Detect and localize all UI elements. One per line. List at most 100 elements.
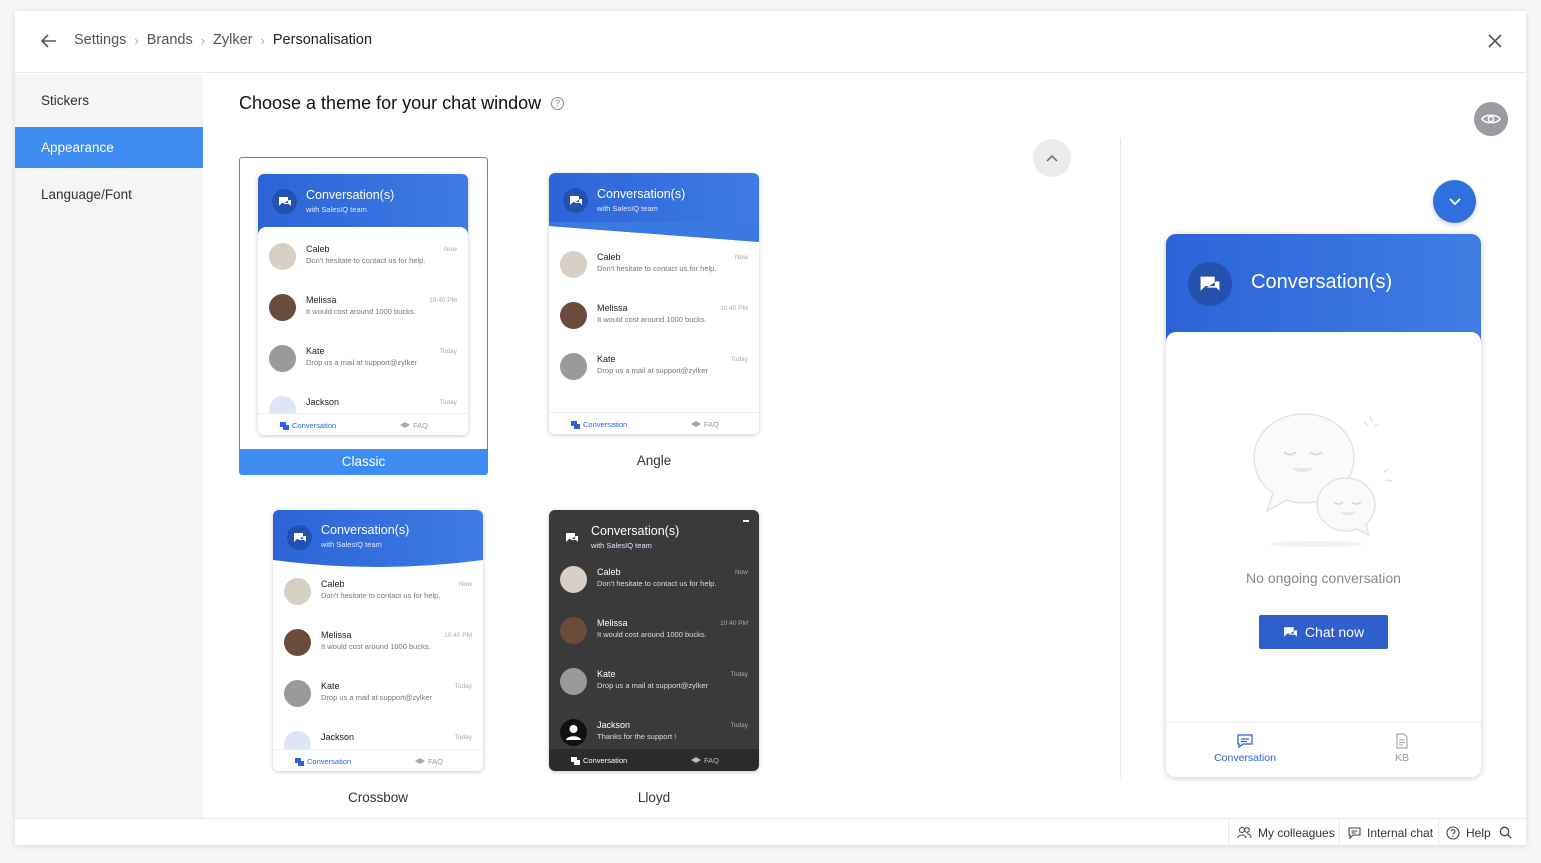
help-label: Help (1466, 825, 1491, 840)
card-subtitle: with SalesIQ team (591, 541, 652, 550)
card-footer: Conversation FAQ (549, 749, 759, 771)
tab-conversation[interactable]: Conversation (1195, 733, 1295, 764)
theme-label-lloyd[interactable]: Lloyd (549, 790, 759, 805)
faq-icon (415, 758, 425, 764)
appearance-panel: Choose a theme for your chat window ? Cl… (203, 74, 1526, 818)
card-title: Conversation(s) (597, 187, 686, 201)
preview-body: No ongoing conversation Chat now (1166, 332, 1481, 722)
message-text: Don't hesitate to contact us for help. (597, 264, 717, 273)
message-time: Today (454, 683, 472, 690)
message-time: Today (439, 399, 457, 406)
message-time: Today (730, 671, 748, 678)
message-time: Now (443, 246, 457, 253)
preview-toggle-button[interactable] (1474, 102, 1508, 136)
footer-faq-label: FAQ (428, 757, 444, 766)
theme-preview-classic[interactable]: Conversation(s) with SalesIQ team Caleb D… (258, 174, 468, 435)
scroll-up-button[interactable] (1033, 139, 1071, 177)
card-subtitle: with SalesIQ team (597, 204, 658, 213)
card-footer-conversation: Conversation (295, 757, 351, 766)
minimize-chat-button[interactable] (1433, 180, 1476, 223)
list-item: Kate Drop us a mail at support@zylker Toda… (273, 678, 483, 718)
page-title: Choose a theme for your chat window ? (239, 93, 565, 114)
list-item: Caleb Don't hesitate to contact us for he… (549, 249, 759, 289)
footer-conversation-label: Conversation (583, 756, 628, 765)
internal-chat-button[interactable]: Internal chat (1348, 819, 1433, 845)
sidebar-item-stickers[interactable]: Stickers (15, 80, 203, 121)
my-colleagues-label: My colleagues (1258, 825, 1335, 840)
help-icon[interactable]: ? (551, 97, 565, 110)
breadcrumb-brands[interactable]: Brands (147, 32, 193, 48)
chat-bubble-icon (1188, 262, 1232, 306)
card-footer-conversation: Conversation (571, 420, 627, 429)
message-text: Drop us a mail at support@zylker (306, 358, 417, 367)
list-item: Kate Drop us a mail at support@zylker Toda… (549, 666, 759, 706)
faq-icon (400, 422, 410, 428)
close-icon[interactable] (1484, 30, 1506, 52)
help-button[interactable]: Help (1446, 819, 1491, 845)
sidebar-item-language-font[interactable]: Language/Font (15, 174, 203, 215)
card-body: Caleb Don't hesitate to contact us for he… (549, 243, 759, 434)
chevron-up-icon (1046, 154, 1058, 162)
breadcrumb-settings[interactable]: Settings (74, 32, 126, 48)
card-title: Conversation(s) (306, 188, 395, 202)
card-footer-faq: FAQ (691, 756, 719, 765)
eye-icon (1481, 114, 1501, 124)
card-body: Caleb Don't hesitate to contact us for he… (258, 227, 468, 432)
message-time: 10:40 PM (444, 632, 472, 639)
settings-window: Settings › Brands › Zylker › Personalisa… (15, 11, 1526, 845)
message-name: Jackson (321, 732, 355, 742)
chat-bubble-icon (280, 421, 289, 430)
list-item: Melissa It would cost around 1000 bucks. 1… (258, 292, 468, 332)
bottom-bar: My colleagues Internal chat Help (15, 818, 1526, 845)
chat-bubble-icon (1283, 626, 1297, 637)
theme-preview-angle[interactable]: Conversation(s) with SalesIQ team Caleb D… (549, 173, 759, 434)
card-footer: Conversation FAQ (273, 749, 483, 771)
message-name: Kate (597, 354, 616, 364)
divider (1438, 819, 1439, 845)
card-title: Conversation(s) (591, 524, 680, 538)
chat-bubble-icon (559, 525, 584, 550)
card-footer-faq: FAQ (691, 420, 719, 429)
message-name: Jackson (597, 720, 631, 730)
preview-title: Conversation(s) (1251, 271, 1393, 293)
avatar (560, 302, 587, 329)
sidebar-item-appearance[interactable]: Appearance (15, 127, 203, 168)
message-time: Now (458, 581, 472, 588)
avatar (269, 345, 296, 372)
message-name: Melissa (597, 303, 628, 313)
theme-label-angle[interactable]: Angle (549, 453, 759, 468)
theme-preview-lloyd[interactable]: Conversation(s) with SalesIQ team Caleb D… (549, 510, 759, 771)
faq-icon (691, 421, 701, 427)
chat-bubble-icon (1237, 734, 1253, 749)
preview-footer-tabs: Conversation KB (1166, 722, 1481, 777)
person-icon (566, 725, 581, 740)
message-text: Drop us a mail at support@zylker (597, 681, 708, 690)
theme-label-crossbow[interactable]: Crossbow (273, 790, 483, 805)
search-button[interactable] (1499, 819, 1518, 845)
message-time: Now (734, 569, 748, 576)
tab-kb[interactable]: KB (1352, 733, 1452, 764)
card-body: Caleb Don't hesitate to contact us for he… (549, 556, 759, 761)
breadcrumb-zylker[interactable]: Zylker (213, 32, 252, 48)
message-time: Today (454, 734, 472, 741)
message-text: Don't hesitate to contact us for help. (597, 579, 717, 588)
divider (1120, 138, 1121, 778)
avatar (560, 668, 587, 695)
breadcrumb: Settings › Brands › Zylker › Personalisa… (74, 32, 372, 48)
message-name: Caleb (597, 252, 621, 262)
message-text: Don't hesitate to contact us for help. (306, 256, 426, 265)
footer-conversation-label: Conversation (583, 420, 628, 429)
back-arrow-icon[interactable] (37, 29, 61, 53)
message-name: Melissa (597, 618, 628, 628)
chevron-down-icon (1448, 198, 1461, 206)
divider (1228, 819, 1229, 845)
chat-bubble-icon (287, 525, 312, 550)
my-colleagues-button[interactable]: My colleagues (1237, 819, 1335, 845)
chat-bubble-icon (272, 189, 297, 214)
footer-faq-label: FAQ (413, 421, 429, 430)
tab-kb-label: KB (1394, 752, 1409, 764)
theme-preview-crossbow[interactable]: Conversation(s) with SalesIQ team Caleb D… (273, 510, 483, 771)
chat-now-button[interactable]: Chat now (1259, 615, 1388, 649)
message-text: It would cost around 1000 bucks. (321, 642, 431, 651)
list-item: Caleb Don't hesitate to contact us for he… (273, 576, 483, 616)
